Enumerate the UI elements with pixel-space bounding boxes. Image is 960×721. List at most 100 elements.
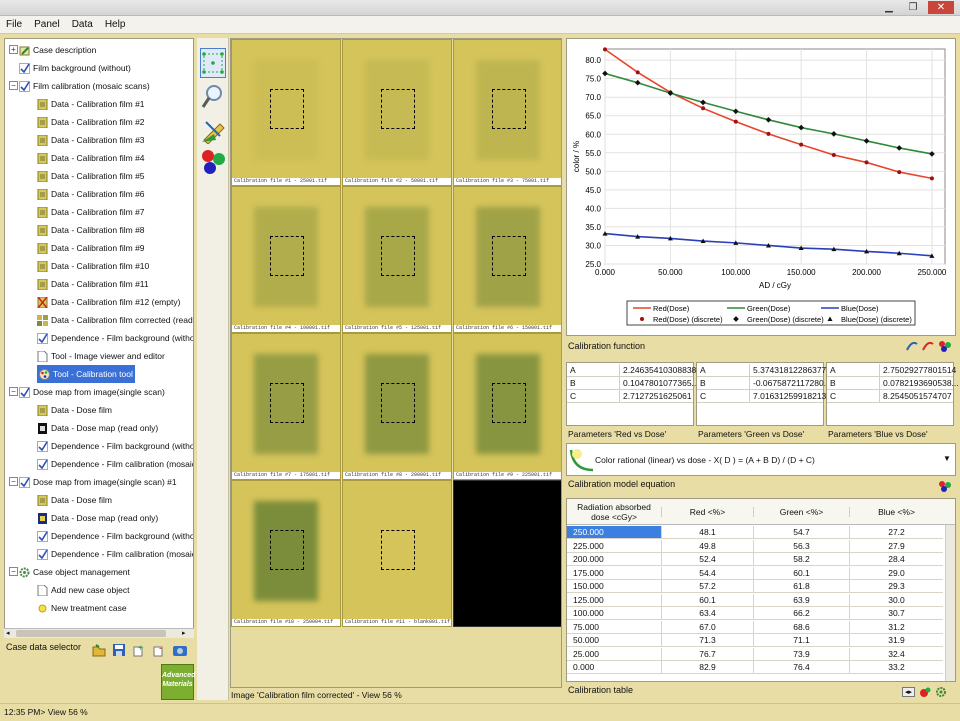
select-roi-tool[interactable] [200, 48, 226, 78]
parameter-row[interactable]: A 2.75029277801514 [827, 364, 956, 377]
parameter-row[interactable]: C 7.01631259918213 [697, 390, 826, 403]
table-cell[interactable]: 31.2 [849, 620, 943, 634]
tree-item[interactable]: Data - Dose map (read only) [37, 509, 158, 527]
roi-box[interactable] [270, 383, 304, 423]
table-cell[interactable]: 200.000 [567, 553, 661, 566]
parameter-value[interactable]: 7.01631259918213 [753, 390, 826, 402]
roi-box[interactable] [381, 89, 415, 129]
tree-item[interactable]: Data - Calibration film #9 [37, 239, 145, 257]
settings-gear-icon[interactable] [935, 686, 947, 698]
table-cell[interactable]: 28.4 [849, 553, 943, 566]
color-tool[interactable] [200, 146, 226, 176]
parameter-value[interactable]: 2.75029277801514 [883, 364, 956, 376]
column-header[interactable]: Green <%> [753, 507, 849, 517]
column-header[interactable]: Red <%> [661, 507, 753, 517]
scrollbar-thumb[interactable] [16, 630, 166, 637]
table-vertical-scrollbar[interactable] [945, 525, 955, 681]
table-cell[interactable]: 54.7 [753, 526, 849, 539]
tree-item[interactable]: Dependence - Film calibration (mosaic sc… [37, 545, 193, 563]
tree-item[interactable]: Film calibration (mosaic scans) [19, 77, 150, 95]
menu-data[interactable]: Data [72, 19, 93, 30]
table-cell[interactable]: 150.000 [567, 580, 661, 593]
parameter-value[interactable]: 0.0782193690538... [883, 377, 959, 389]
calibration-tile[interactable]: Calibration file #8 - 200001.tif [342, 333, 452, 480]
tree-item[interactable]: Add new case object [37, 581, 129, 599]
parameter-value[interactable]: -0.0675872117280... [753, 377, 831, 389]
edit-tool[interactable] [200, 114, 226, 145]
column-header[interactable]: Blue <%> [849, 507, 943, 517]
table-cell[interactable]: 0.000 [567, 661, 661, 674]
parameter-row[interactable]: A 2.24635410308838 [567, 364, 696, 377]
scroll-right-icon[interactable]: ▸ [182, 630, 190, 637]
tree-item[interactable]: Data - Dose film [37, 401, 112, 419]
tree-item[interactable]: Dose map from image(single scan) [19, 383, 165, 401]
parameter-row[interactable]: C 2.7127251625061 [567, 390, 693, 403]
zoom-tool[interactable] [200, 82, 226, 112]
calibration-tile[interactable]: Calibration file #6 - 150001.tif [453, 186, 561, 333]
table-cell[interactable]: 27.9 [849, 539, 943, 553]
table-cell[interactable]: 48.1 [661, 526, 753, 539]
tree-item[interactable]: Dose map from image(single scan) #1 [19, 473, 177, 491]
tree-item[interactable]: Data - Dose map (read only) [37, 419, 158, 437]
table-cell[interactable]: 56.3 [753, 539, 849, 553]
table-cell[interactable]: 25.000 [567, 648, 661, 661]
table-cell[interactable]: 100.000 [567, 607, 661, 620]
save-icon[interactable] [112, 643, 126, 657]
calibration-tile[interactable] [453, 480, 561, 627]
tree-item[interactable]: Tool - Image viewer and editor [37, 347, 165, 365]
calibration-tile[interactable]: Calibration file #10 - 250004.tif [231, 480, 341, 627]
rgb-balls-icon[interactable] [938, 480, 952, 492]
table-cell[interactable]: 60.1 [753, 566, 849, 580]
tree-item[interactable]: Data - Calibration film #10 [37, 257, 149, 275]
table-cell[interactable]: 71.3 [661, 634, 753, 647]
table-cell[interactable]: 29.3 [849, 580, 943, 593]
tree-item[interactable]: Data - Dose film [37, 491, 112, 509]
parameter-value[interactable]: 0.1047801077365... [623, 377, 699, 389]
tree-item[interactable]: Dependence - Film background (without) [37, 437, 193, 455]
minimize-icon[interactable]: ▁ [880, 1, 898, 14]
tree-item[interactable]: Data - Calibration film #5 [37, 167, 145, 185]
calibration-tile[interactable]: Calibration file #7 - 175001.tif [231, 333, 341, 480]
roi-box[interactable] [381, 530, 415, 570]
table-cell[interactable]: 30.7 [849, 607, 943, 620]
table-cell[interactable]: 31.9 [849, 634, 943, 647]
table-cell[interactable]: 60.1 [661, 593, 753, 607]
tree-item[interactable]: Dependence - Film background (without) [37, 329, 193, 347]
model-select[interactable]: Color rational (linear) vs dose - X( D )… [566, 443, 956, 476]
parameter-value[interactable]: 5.37431812286377 [753, 364, 826, 376]
calibration-tile[interactable]: Calibration file #3 - 75001.tif [453, 39, 561, 186]
table-cell[interactable]: 54.4 [661, 566, 753, 580]
table-cell[interactable]: 71.1 [753, 634, 849, 647]
tree-toggle-icon[interactable]: − [9, 387, 18, 396]
roi-box[interactable] [381, 236, 415, 276]
table-cell[interactable]: 61.8 [753, 580, 849, 593]
table-cell[interactable]: 32.4 [849, 647, 943, 661]
table-cell[interactable]: 57.2 [661, 580, 753, 593]
paint-icon[interactable] [919, 686, 931, 698]
parameter-row[interactable]: B -0.0675872117280... [697, 377, 831, 390]
parameter-row[interactable]: A 5.37431812286377 [697, 364, 826, 377]
calibration-tile[interactable]: Calibration file #5 - 125001.tif [342, 186, 452, 333]
parameter-value[interactable]: 2.24635410308838 [623, 364, 696, 376]
table-cell[interactable]: 63.9 [753, 593, 849, 607]
tree-horizontal-scrollbar[interactable]: ◂ ▸ [4, 628, 194, 638]
tree-item[interactable]: Tool - Calibration tool [37, 365, 135, 383]
tree-toggle-icon[interactable]: − [9, 81, 18, 90]
open-folder-icon[interactable] [92, 643, 106, 657]
tree-item[interactable]: Data - Calibration film #3 [37, 131, 145, 149]
roi-box[interactable] [270, 89, 304, 129]
calibration-tile[interactable]: Calibration file #11 - blank001.tif [342, 480, 452, 627]
table-cell[interactable]: 29.0 [849, 566, 943, 580]
scroll-left-icon[interactable]: ◂ [6, 630, 14, 637]
roi-box[interactable] [492, 383, 526, 423]
table-cell[interactable]: 66.2 [753, 607, 849, 620]
tree-item[interactable]: Case object management [19, 563, 130, 581]
tree-item[interactable]: Data - Calibration film corrected (read … [37, 311, 193, 329]
parameter-row[interactable]: B 0.0782193690538... [827, 377, 959, 390]
curve-clear-icon[interactable] [922, 340, 934, 352]
roi-box[interactable] [270, 530, 304, 570]
parameter-value[interactable]: 2.7127251625061 [623, 390, 692, 402]
roi-box[interactable] [381, 383, 415, 423]
table-cell[interactable]: 250.000 [567, 526, 661, 539]
menu-file[interactable]: File [6, 19, 22, 30]
